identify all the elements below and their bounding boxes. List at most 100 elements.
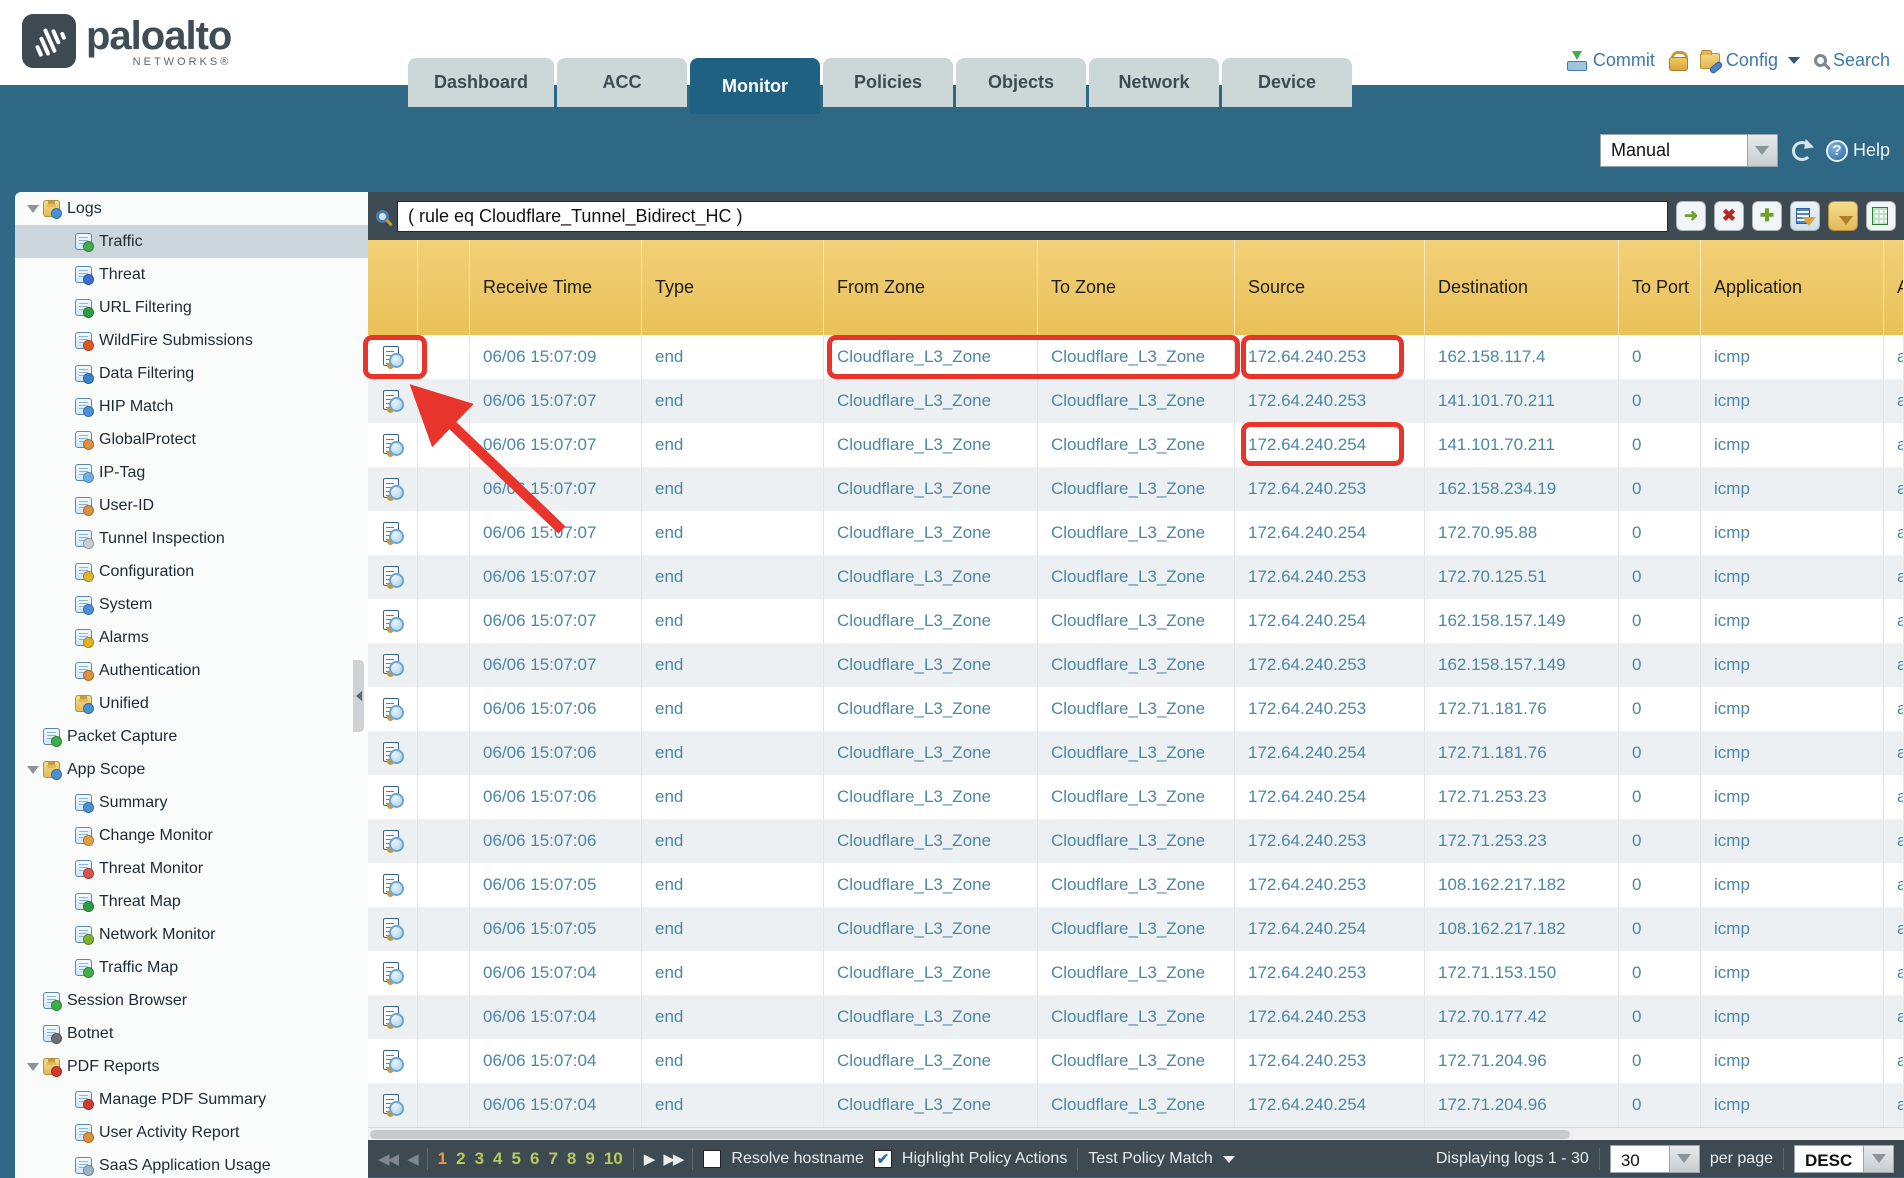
table-row[interactable]: 06/06 15:07:05endCloudflare_L3_ZoneCloud… <box>368 907 1904 951</box>
tab-policies[interactable]: Policies <box>823 58 953 107</box>
sidebar-item-system[interactable]: System <box>15 588 368 621</box>
tab-dashboard[interactable]: Dashboard <box>408 58 554 107</box>
sidebar-item-logs[interactable]: Logs <box>15 192 368 225</box>
page-number-10[interactable]: 10 <box>604 1149 623 1169</box>
column-header-destination[interactable]: Destination <box>1425 240 1619 335</box>
table-row[interactable]: 06/06 15:07:04endCloudflare_L3_ZoneCloud… <box>368 1083 1904 1127</box>
log-detail-icon[interactable] <box>382 698 404 720</box>
tree-expander-icon[interactable] <box>23 205 43 213</box>
page-number-4[interactable]: 4 <box>493 1149 502 1169</box>
table-row[interactable]: 06/06 15:07:06endCloudflare_L3_ZoneCloud… <box>368 775 1904 819</box>
column-header-a[interactable]: A <box>1884 240 1904 335</box>
sidebar-item-hip-match[interactable]: HIP Match <box>15 390 368 423</box>
log-detail-icon[interactable] <box>382 610 404 632</box>
log-detail-icon[interactable] <box>382 522 404 544</box>
sidebar-item-session-browser[interactable]: Session Browser <box>15 984 368 1017</box>
sidebar-item-unified[interactable]: Unified <box>15 687 368 720</box>
sidebar-item-packet-capture[interactable]: Packet Capture <box>15 720 368 753</box>
resolve-hostname-checkbox[interactable] <box>703 1150 721 1168</box>
table-row[interactable]: 06/06 15:07:04endCloudflare_L3_ZoneCloud… <box>368 995 1904 1039</box>
log-detail-icon[interactable] <box>382 1094 404 1116</box>
page-number-8[interactable]: 8 <box>567 1149 576 1169</box>
sidebar-collapse-handle[interactable] <box>353 660 364 732</box>
help-button[interactable]: ? Help <box>1826 140 1890 162</box>
scrollbar-thumb[interactable] <box>370 1130 1570 1139</box>
apply-filter-icon[interactable]: ➜ <box>1676 201 1706 231</box>
log-detail-icon[interactable] <box>382 1050 404 1072</box>
column-header-receive-time[interactable]: Receive Time <box>470 240 642 335</box>
table-row[interactable]: 06/06 15:07:07endCloudflare_L3_ZoneCloud… <box>368 423 1904 467</box>
sidebar-item-summary[interactable]: Summary <box>15 786 368 819</box>
next-page-button[interactable]: ▶ <box>644 1150 654 1168</box>
table-row[interactable]: 06/06 15:07:07endCloudflare_L3_ZoneCloud… <box>368 467 1904 511</box>
table-row[interactable]: 06/06 15:07:07endCloudflare_L3_ZoneCloud… <box>368 555 1904 599</box>
page-number-2[interactable]: 2 <box>456 1149 465 1169</box>
sidebar-item-data-filtering[interactable]: Data Filtering <box>15 357 368 390</box>
sidebar-item-tunnel-inspection[interactable]: Tunnel Inspection <box>15 522 368 555</box>
add-filter-icon[interactable]: ✚ <box>1752 201 1782 231</box>
sidebar-item-user-activity-report[interactable]: User Activity Report <box>15 1116 368 1149</box>
table-row[interactable]: 06/06 15:07:04endCloudflare_L3_ZoneCloud… <box>368 951 1904 995</box>
page-number-6[interactable]: 6 <box>530 1149 539 1169</box>
tree-expander-icon[interactable] <box>23 1063 43 1071</box>
load-filter-icon[interactable] <box>1828 201 1858 231</box>
column-header-type[interactable]: Type <box>642 240 824 335</box>
log-detail-icon[interactable] <box>382 962 404 984</box>
sidebar-item-configuration[interactable]: Configuration <box>15 555 368 588</box>
log-detail-icon[interactable] <box>382 918 404 940</box>
sidebar-item-pdf-reports[interactable]: PDF Reports <box>15 1050 368 1083</box>
table-row[interactable]: 06/06 15:07:06endCloudflare_L3_ZoneCloud… <box>368 687 1904 731</box>
sidebar-item-saas-application-usage[interactable]: SaaS Application Usage <box>15 1149 368 1178</box>
sort-order-select[interactable]: DESC <box>1794 1145 1894 1173</box>
table-row[interactable]: 06/06 15:07:05endCloudflare_L3_ZoneCloud… <box>368 863 1904 907</box>
log-detail-icon[interactable] <box>382 566 404 588</box>
clear-filter-icon[interactable]: ✖ <box>1714 201 1744 231</box>
sidebar-item-traffic-map[interactable]: Traffic Map <box>15 951 368 984</box>
filter-builder-icon[interactable] <box>1790 201 1820 231</box>
table-row[interactable]: 06/06 15:07:07endCloudflare_L3_ZoneCloud… <box>368 599 1904 643</box>
global-search-button[interactable]: Search <box>1814 50 1890 71</box>
log-detail-icon[interactable] <box>382 478 404 500</box>
refresh-icon[interactable] <box>1792 141 1812 161</box>
log-detail-icon[interactable] <box>382 434 404 456</box>
page-size-dropdown-button[interactable] <box>1669 1146 1699 1172</box>
log-detail-icon[interactable] <box>382 346 404 368</box>
sidebar-item-ip-tag[interactable]: IP-Tag <box>15 456 368 489</box>
sidebar-item-traffic[interactable]: Traffic <box>15 225 368 258</box>
table-row[interactable]: 06/06 15:07:04endCloudflare_L3_ZoneCloud… <box>368 1039 1904 1083</box>
sidebar-item-botnet[interactable]: Botnet <box>15 1017 368 1050</box>
table-row[interactable]: 06/06 15:07:09endCloudflare_L3_ZoneCloud… <box>368 335 1904 379</box>
sidebar-item-change-monitor[interactable]: Change Monitor <box>15 819 368 852</box>
column-header-source[interactable]: Source <box>1235 240 1425 335</box>
table-row[interactable]: 06/06 15:07:07endCloudflare_L3_ZoneCloud… <box>368 511 1904 555</box>
page-number-9[interactable]: 9 <box>585 1149 594 1169</box>
log-detail-icon[interactable] <box>382 786 404 808</box>
table-row[interactable]: 06/06 15:07:07endCloudflare_L3_ZoneCloud… <box>368 379 1904 423</box>
sidebar-item-threat-monitor[interactable]: Threat Monitor <box>15 852 368 885</box>
page-number-3[interactable]: 3 <box>475 1149 484 1169</box>
horizontal-scrollbar[interactable] <box>368 1127 1904 1140</box>
sidebar-item-threat[interactable]: Threat <box>15 258 368 291</box>
config-menu-button[interactable]: Config <box>1700 50 1800 71</box>
sidebar-item-url-filtering[interactable]: URL Filtering <box>15 291 368 324</box>
last-page-button[interactable]: ▶▶ <box>663 1150 682 1168</box>
commit-button[interactable]: Commit <box>1565 50 1655 71</box>
tab-acc[interactable]: ACC <box>557 58 687 107</box>
highlight-policy-actions-checkbox[interactable]: ✔ <box>874 1150 892 1168</box>
lock-button[interactable] <box>1669 51 1686 71</box>
refresh-mode-select[interactable]: Manual <box>1600 134 1778 167</box>
sidebar-item-wildfire[interactable]: WildFire Submissions <box>15 324 368 357</box>
column-header-to-port[interactable]: To Port <box>1619 240 1701 335</box>
log-detail-icon[interactable] <box>382 742 404 764</box>
prev-page-button[interactable]: ◀ <box>407 1150 417 1168</box>
tab-device[interactable]: Device <box>1222 58 1352 107</box>
first-page-button[interactable]: ◀◀ <box>378 1150 397 1168</box>
export-icon[interactable] <box>1866 201 1896 231</box>
column-header-from-zone[interactable]: From Zone <box>824 240 1038 335</box>
log-detail-icon[interactable] <box>382 874 404 896</box>
filter-query-input[interactable] <box>397 201 1668 232</box>
sidebar-item-user-id[interactable]: User-ID <box>15 489 368 522</box>
sidebar-item-app-scope[interactable]: App Scope <box>15 753 368 786</box>
page-size-select[interactable]: 30 <box>1610 1145 1700 1173</box>
column-header-application[interactable]: Application <box>1701 240 1884 335</box>
